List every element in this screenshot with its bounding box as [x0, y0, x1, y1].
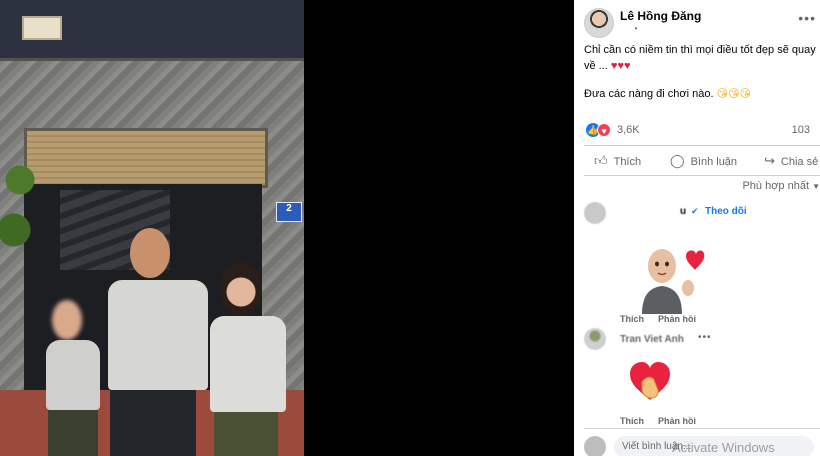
commenter-avatar[interactable]	[584, 202, 606, 224]
house-number-sign: 2	[276, 202, 302, 222]
reaction-summary[interactable]: 👍 ♥ 3,6K 103	[584, 122, 820, 138]
comment-like-link[interactable]: Thích	[620, 416, 644, 426]
comment-actions: Thích Phản hồi	[620, 314, 710, 324]
author-name[interactable]: Lê Hồng Đăng	[620, 9, 701, 23]
like-button[interactable]: 👍︎ Thích	[594, 150, 641, 172]
divider-top	[584, 145, 820, 146]
post-panel: Lê Hồng Đăng ◔ ••• Chỉ cần có niềm tin t…	[574, 0, 820, 456]
chevron-down-icon: ▼	[812, 182, 820, 191]
action-bar: 👍︎ Thích ◯ Bình luận ↪ Chia sẻ	[584, 150, 820, 172]
reaction-count[interactable]: 3,6K	[617, 124, 640, 136]
commenter-avatar[interactable]	[584, 328, 606, 350]
post-text-line2: về ...	[584, 60, 608, 72]
like-label: Thích	[613, 156, 642, 168]
post-text: Chỉ cần có niềm tin thì mọi điều tốt đẹp…	[584, 42, 820, 114]
bald-man-heart-sticker[interactable]	[634, 242, 706, 314]
comment-reply-link[interactable]: Phản hồi	[658, 416, 696, 426]
commenter-name[interactable]: Tran Viet Anh	[620, 334, 684, 345]
post-text-line3: Đưa các nàng đi chơi nào.	[584, 88, 714, 100]
author-avatar[interactable]	[584, 8, 614, 38]
comment-actions: Thích Phản hồi	[620, 416, 710, 426]
globe-icon[interactable]: ◔	[632, 24, 638, 35]
share-label: Chia sẻ	[780, 156, 819, 168]
post-header: Lê Hồng Đăng ◔ •••	[584, 6, 820, 38]
more-horizontal-icon[interactable]: •••	[698, 332, 712, 343]
comment-bubble-icon: ◯	[670, 153, 685, 168]
comment-button[interactable]: ◯ Bình luận	[670, 150, 737, 172]
kiss-emojis: 😘😘😘	[716, 88, 752, 100]
comment-label: Bình luận	[690, 156, 738, 168]
divider-bottom	[584, 175, 820, 176]
share-button[interactable]: ↪ Chia sẻ	[764, 150, 818, 172]
heart-emojis: ♥♥♥	[610, 60, 631, 72]
comment-like-link[interactable]: Thích	[620, 314, 644, 324]
commenter-name[interactable]: u	[680, 206, 686, 217]
comment-item: u ✔ Theo dõi Thích Phản hồi	[584, 200, 820, 330]
comment-item: Tran Viet Anh ••• Thích Phản hồi	[584, 328, 820, 432]
current-user-avatar	[584, 436, 606, 456]
share-arrow-icon: ↪	[764, 153, 775, 168]
sort-label: Phù hợp nhất	[742, 180, 810, 192]
verified-badge-icon: ✔	[691, 206, 699, 216]
person-man	[104, 224, 208, 456]
ceiling-light	[22, 16, 62, 40]
comment-sort-dropdown[interactable]: Phù hợp nhất ▼	[742, 180, 820, 192]
comment-count[interactable]: 103	[792, 124, 810, 136]
person-girl	[206, 262, 290, 456]
love-reaction-icon: ♥	[597, 123, 611, 137]
more-horizontal-icon[interactable]: •••	[798, 10, 816, 26]
post-text-line1: Chỉ cần có niềm tin thì mọi điều tốt đẹp…	[584, 44, 816, 56]
follow-link[interactable]: Theo dõi	[705, 206, 747, 217]
person-child	[44, 300, 104, 456]
plant	[0, 150, 40, 280]
activate-windows-watermark: Activate Windows	[672, 440, 775, 455]
divider-compose	[584, 428, 820, 429]
heart-hand-sticker[interactable]	[628, 360, 672, 404]
thumbs-up-icon: 👍︎	[594, 153, 608, 168]
post-photo[interactable]: 2	[0, 0, 304, 456]
rolling-shutter	[24, 128, 268, 188]
comment-reply-link[interactable]: Phản hồi	[658, 314, 696, 324]
